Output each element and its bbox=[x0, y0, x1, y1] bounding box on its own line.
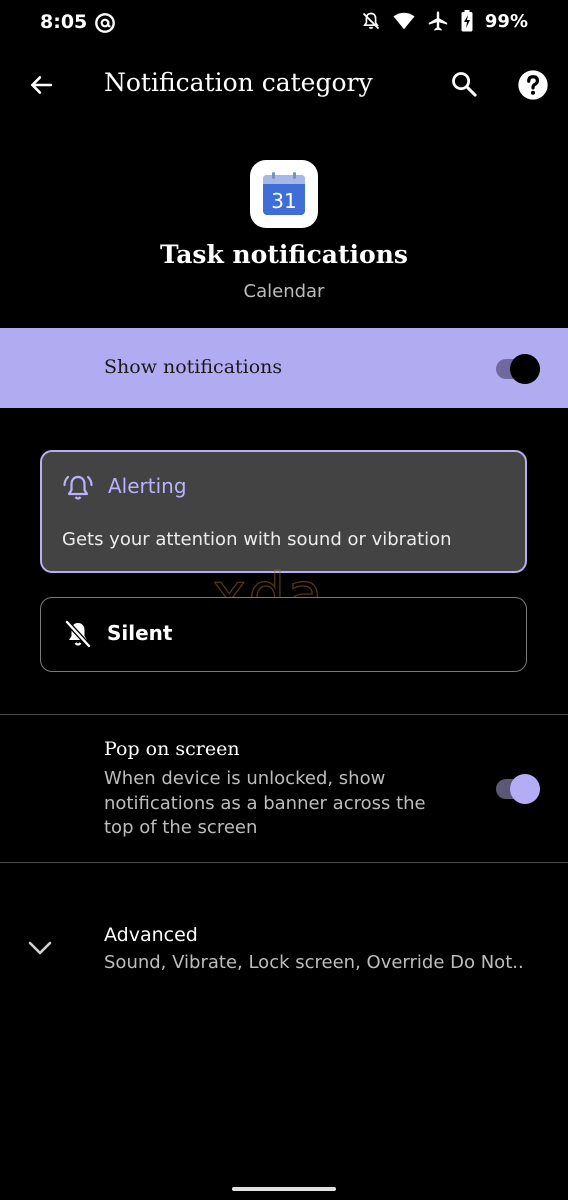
calendar-icon: 31 bbox=[263, 172, 305, 215]
divider bbox=[0, 862, 568, 863]
page-title: Notification category bbox=[104, 68, 373, 97]
bell-off-icon bbox=[65, 620, 91, 648]
back-button[interactable] bbox=[22, 66, 60, 104]
help-button[interactable] bbox=[514, 66, 552, 104]
show-notifications-row[interactable] bbox=[0, 328, 568, 408]
switch-thumb bbox=[510, 774, 540, 804]
status-icons: 99% bbox=[361, 10, 528, 32]
at-sign-icon bbox=[95, 13, 115, 33]
silent-title: Silent bbox=[107, 621, 173, 645]
gesture-nav-handle[interactable] bbox=[232, 1187, 336, 1191]
pop-on-screen-title: Pop on screen bbox=[104, 738, 240, 760]
airplane-mode-icon bbox=[428, 11, 448, 31]
switch-thumb bbox=[510, 354, 540, 384]
calendar-app-icon: 31 bbox=[250, 160, 318, 228]
arrow-back-icon bbox=[31, 76, 53, 94]
search-icon bbox=[452, 72, 477, 97]
wifi-icon bbox=[393, 12, 415, 30]
search-button[interactable] bbox=[444, 64, 484, 104]
pop-on-screen-switch[interactable] bbox=[496, 774, 540, 804]
alerting-title: Alerting bbox=[108, 474, 187, 498]
alerting-description: Gets your attention with sound or vibrat… bbox=[62, 529, 452, 550]
calendar-icon-day: 31 bbox=[271, 189, 296, 213]
bell-off-icon bbox=[362, 12, 380, 30]
bell-ringing-icon bbox=[63, 475, 93, 500]
app-name: Calendar bbox=[243, 281, 325, 302]
alerting-option[interactable] bbox=[40, 450, 527, 573]
advanced-summary: Sound, Vibrate, Lock screen, Override Do… bbox=[104, 952, 524, 973]
pop-on-screen-description: When device is unlocked, show notificati… bbox=[104, 768, 426, 838]
advanced-title: Advanced bbox=[104, 924, 198, 946]
help-icon bbox=[518, 70, 548, 100]
show-notifications-switch[interactable] bbox=[496, 354, 540, 384]
advanced-row[interactable] bbox=[0, 900, 568, 990]
channel-name: Task notifications bbox=[160, 240, 408, 269]
chevron-down-icon bbox=[28, 941, 52, 955]
battery-charging-icon bbox=[461, 10, 473, 32]
status-time: 8:05 bbox=[40, 11, 88, 33]
battery-level: 99% bbox=[484, 10, 528, 32]
show-notifications-label: Show notifications bbox=[104, 356, 283, 378]
